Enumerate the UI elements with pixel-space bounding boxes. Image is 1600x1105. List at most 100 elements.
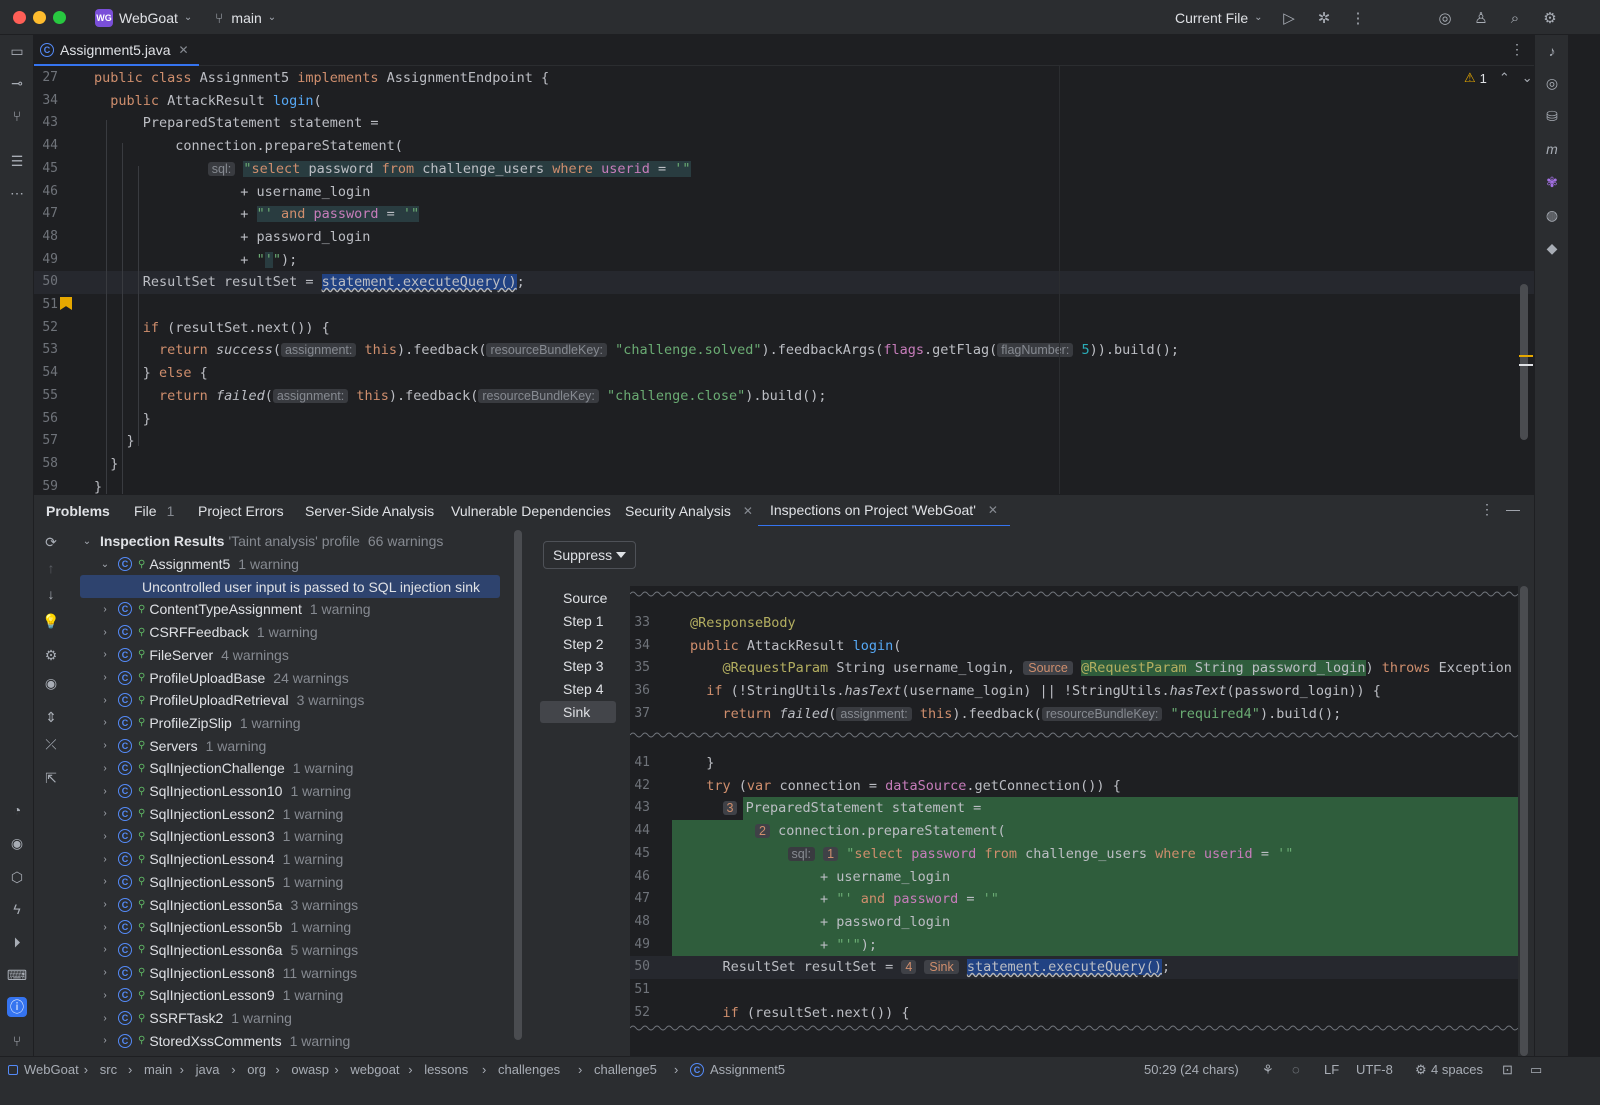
breadcrumb-item[interactable]: challenge5	[594, 1057, 657, 1082]
run-icon[interactable]: ▷	[1279, 8, 1299, 28]
plugin-icon[interactable]: ✾	[1542, 172, 1562, 192]
profiler-icon[interactable]: ◔	[7, 800, 27, 820]
rerun-icon[interactable]: ⟳	[41, 532, 61, 552]
inspection-widget[interactable]: ⚠ 1 ⌃ ⌄	[1464, 70, 1533, 86]
ai-assistant-icon[interactable]: ◎	[1435, 8, 1455, 28]
line-number[interactable]: 44	[34, 135, 58, 158]
warning-stripe-marker[interactable]	[1519, 355, 1533, 357]
code-line[interactable]: 58 }	[34, 453, 1534, 476]
line-number[interactable]: 34	[34, 90, 58, 113]
breadcrumb-item[interactable]: main	[144, 1057, 172, 1082]
code-line[interactable]: 27 public class Assignment5 implements As…	[34, 67, 1534, 90]
ai-icon[interactable]: ◎	[1542, 73, 1562, 93]
tree-item[interactable]: › C ⚲ SqlInjectionLesson3 1 warning	[98, 825, 514, 848]
tree-item[interactable]: › C ⚲ SSRFTask2 1 warning	[98, 1007, 514, 1030]
lightbulb-icon[interactable]: 💡	[41, 611, 61, 631]
previous-highlight-icon[interactable]: ⌃	[1499, 70, 1510, 86]
line-number[interactable]: 51	[34, 294, 58, 317]
branch-selector[interactable]: ⑂ main ⌄	[215, 0, 276, 35]
code-line[interactable]: 51	[34, 294, 1534, 317]
view-options-icon[interactable]: ◉	[41, 673, 61, 693]
indent-setting[interactable]: 4 spaces	[1431, 1057, 1483, 1082]
code-line[interactable]: 49 + "'");	[34, 249, 1534, 272]
line-number[interactable]: 53	[34, 339, 58, 362]
taint-step-source[interactable]: Source	[540, 587, 616, 610]
line-number[interactable]: 46	[34, 181, 58, 204]
maven-icon[interactable]: m	[1542, 139, 1562, 159]
tree-item[interactable]: › C ⚲ ProfileUploadBase 24 warnings	[98, 666, 514, 689]
breadcrumb-item[interactable]: challenges	[498, 1057, 560, 1082]
notifications-icon[interactable]: ♪	[1542, 41, 1562, 61]
endpoints-icon[interactable]: ⬡	[7, 867, 27, 887]
power-icon[interactable]: ϟ	[7, 899, 27, 919]
selected-issue[interactable]: Uncontrolled user input is passed to SQL…	[80, 575, 500, 599]
tree-item[interactable]: › C ⚲ SqlInjectionLesson2 1 warning	[98, 802, 514, 825]
line-number[interactable]: 57	[34, 430, 58, 453]
code-line[interactable]: 46 + username_login	[34, 181, 1534, 204]
search-icon[interactable]: ⌕	[1505, 8, 1525, 28]
taint-step-step-2[interactable]: Step 2	[540, 632, 616, 655]
collapse-all-icon[interactable]: ⤫	[41, 734, 61, 754]
run-config-selector[interactable]: Current File ⌄	[1175, 0, 1263, 35]
tab-vulnerable-dependencies[interactable]: Vulnerable Dependencies	[451, 495, 611, 527]
snippet-scrollbar[interactable]	[1518, 586, 1530, 1056]
line-number[interactable]: 49	[34, 249, 58, 272]
line-number[interactable]: 56	[34, 408, 58, 431]
folded-code-separator[interactable]	[630, 731, 1518, 739]
tab-options-icon[interactable]: ⋮	[1510, 41, 1524, 58]
tree-item-assignment5[interactable]: ⌄ C ⚲ Assignment5 1 warning	[98, 553, 514, 576]
next-problem-icon[interactable]: ↓	[41, 584, 61, 604]
lock-icon[interactable]: ⊡	[1502, 1057, 1513, 1082]
code-line[interactable]: 47 + "' and password = '"	[34, 203, 1534, 226]
line-number[interactable]: 58	[34, 453, 58, 476]
settings-icon[interactable]: ⚙	[41, 645, 61, 665]
close-tab-icon[interactable]: ✕	[988, 503, 998, 517]
code-line[interactable]: 52 if (resultSet.next()) {	[34, 317, 1534, 340]
expand-all-icon[interactable]: ⇕	[41, 707, 61, 727]
tree-item[interactable]: › C ⚲ SqlInjectionLesson6a 5 warnings	[98, 939, 514, 962]
tab-project-errors[interactable]: Project Errors	[198, 495, 284, 527]
file-encoding[interactable]: UTF-8	[1356, 1057, 1393, 1082]
tab-server-side-analysis[interactable]: Server-Side Analysis	[305, 495, 434, 527]
tree-item[interactable]: › C ⚲ SqlInjectionChallenge 1 warning	[98, 757, 514, 780]
tree-item[interactable]: › C ⚲ ContentTypeAssignment 1 warning	[98, 598, 514, 621]
breadcrumb-item[interactable]: org	[247, 1057, 266, 1082]
checkers-icon[interactable]: ◆	[1542, 238, 1562, 258]
tree-item[interactable]: › C ⚲ FileServer 4 warnings	[98, 644, 514, 667]
code-line[interactable]: 57 }	[34, 430, 1534, 453]
line-number[interactable]: 55	[34, 385, 58, 408]
code-line[interactable]: 54 } else {	[34, 362, 1534, 385]
close-tab-icon[interactable]: ✕	[743, 504, 753, 518]
tree-item[interactable]: › C ⚲ SqlInjectionLesson9 1 warning	[98, 984, 514, 1007]
code-line[interactable]: 56 }	[34, 408, 1534, 431]
project-icon[interactable]: ▭	[7, 41, 27, 61]
line-number[interactable]: 47	[34, 203, 58, 226]
minimize-window-button[interactable]	[33, 11, 46, 24]
run-tool-icon[interactable]: ⏵	[7, 932, 27, 952]
tree-item[interactable]: › C ⚲ SqlInjectionLesson4 1 warning	[98, 848, 514, 871]
tree-item[interactable]: › C ⚲ SqlInjectionLesson8 11 warnings	[98, 961, 514, 984]
tree-root[interactable]: ⌄ Inspection Results 'Taint analysis' pr…	[80, 530, 500, 553]
export-icon[interactable]: ⇱	[41, 768, 61, 788]
scroll-thumb[interactable]	[1520, 586, 1528, 1056]
next-highlight-icon[interactable]: ⌄	[1522, 70, 1533, 86]
problems-icon[interactable]: ⓘ	[7, 997, 27, 1017]
close-window-button[interactable]	[13, 11, 26, 24]
services-icon[interactable]: ◉	[7, 833, 27, 853]
line-number[interactable]: 43	[34, 112, 58, 135]
code-line[interactable]: 45 sql: "select password from challenge_…	[34, 158, 1534, 181]
commit-icon[interactable]: ⊸	[7, 73, 27, 93]
tab-security-analysis[interactable]: Security Analysis ✕	[625, 495, 753, 527]
project-selector[interactable]: WG WebGoat ⌄	[95, 0, 192, 35]
line-number[interactable]: 52	[34, 317, 58, 340]
line-number[interactable]: 54	[34, 362, 58, 385]
code-editor[interactable]: 27 public class Assignment5 implements As…	[34, 66, 1534, 494]
folded-code-separator[interactable]	[630, 590, 1518, 598]
line-number[interactable]: 59	[34, 476, 58, 494]
tree-item[interactable]: › C ⚲ SqlInjectionLesson5 1 warning	[98, 871, 514, 894]
code-line[interactable]: 43 PreparedStatement statement =	[34, 112, 1534, 135]
debug-icon[interactable]: ✲	[1314, 8, 1334, 28]
tab-inspections[interactable]: Inspections on Project 'WebGoat' ✕	[758, 495, 1010, 527]
tree-item[interactable]: › C ⚲ CSRFFeedback 1 warning	[98, 621, 514, 644]
caret-position[interactable]: 50:29 (24 chars)	[1144, 1057, 1239, 1082]
